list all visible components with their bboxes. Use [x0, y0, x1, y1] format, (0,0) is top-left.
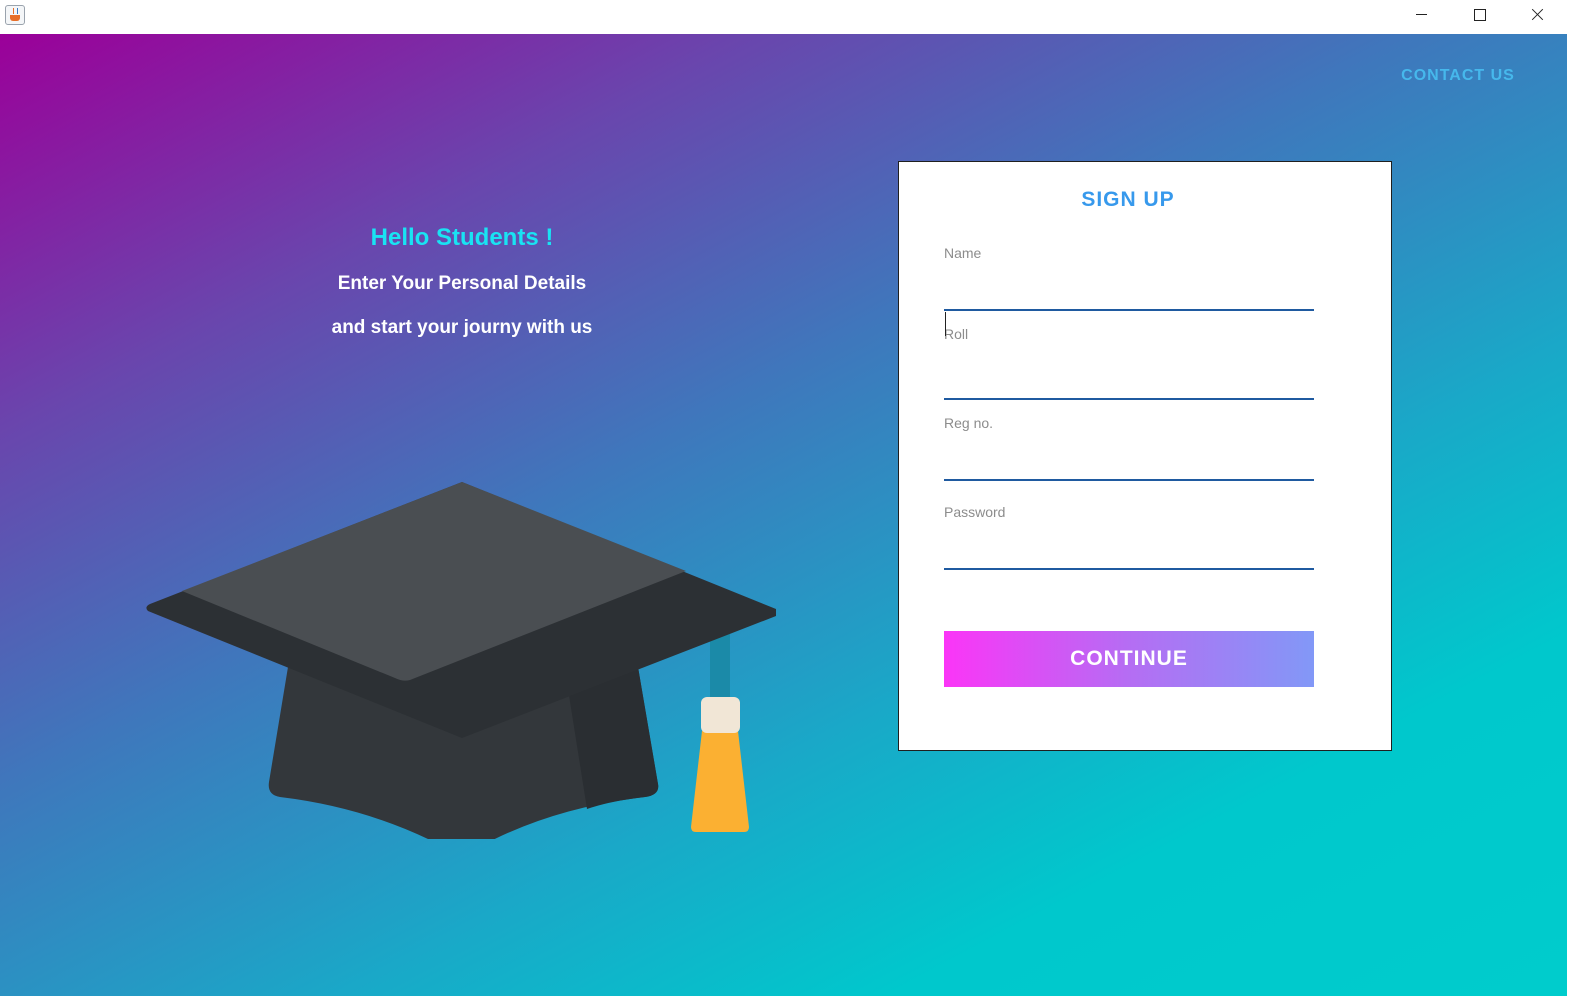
- name-input[interactable]: [944, 281, 1314, 311]
- subtitle-line-1: Enter Your Personal Details: [337, 273, 587, 294]
- reg-no-input[interactable]: [944, 451, 1314, 481]
- tassel-knot: [701, 697, 740, 733]
- window-right-edge: [1567, 34, 1585, 1007]
- title-bar[interactable]: [0, 0, 1585, 34]
- signup-title: SIGN UP: [1081, 188, 1175, 211]
- name-label: Name: [944, 245, 982, 261]
- continue-button[interactable]: CONTINUE: [944, 631, 1314, 687]
- app-window: CONTACT US Hello Students ! Enter Your P…: [0, 0, 1585, 1007]
- java-app-icon[interactable]: [5, 5, 25, 25]
- graduation-cap-icon: [146, 482, 776, 839]
- signup-card: SIGN UP Name Roll Reg no. Password CONTI…: [898, 161, 1392, 751]
- window-bottom-edge: [0, 996, 1585, 1007]
- close-button[interactable]: [1509, 0, 1567, 30]
- contact-us-link[interactable]: CONTACT US: [1390, 67, 1526, 85]
- text-caret: [945, 312, 946, 336]
- maximize-button[interactable]: [1451, 0, 1509, 30]
- minimize-button[interactable]: [1393, 0, 1451, 30]
- greeting-heading: Hello Students !: [370, 224, 554, 251]
- subtitle-line-2: and start your journy with us: [331, 317, 593, 338]
- password-label: Password: [944, 504, 1006, 520]
- roll-input[interactable]: [944, 370, 1314, 400]
- roll-label: Roll: [944, 326, 969, 342]
- tassel-body: [691, 731, 749, 832]
- reg-no-label: Reg no.: [944, 415, 994, 431]
- password-input[interactable]: [944, 540, 1314, 570]
